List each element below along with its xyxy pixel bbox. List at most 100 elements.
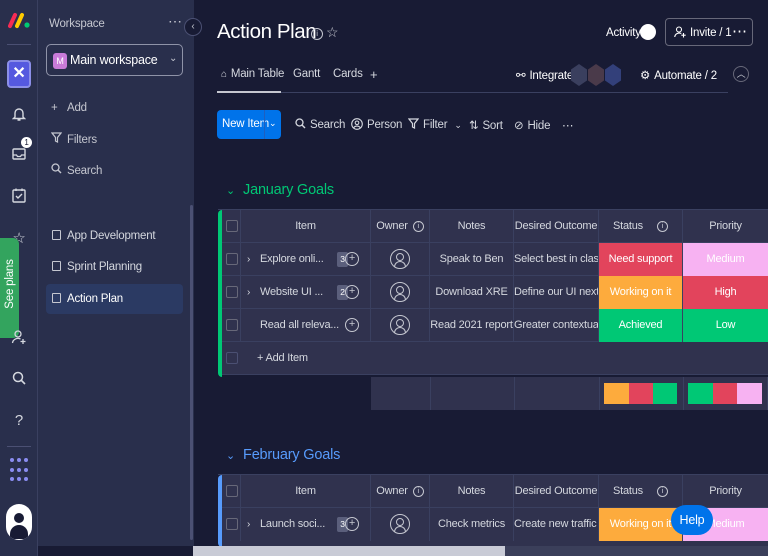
column-header-notes[interactable]: Notes: [430, 210, 514, 243]
priority-cell[interactable]: High: [683, 276, 768, 309]
status-cell[interactable]: Working on it: [599, 276, 683, 309]
chevron-down-icon[interactable]: ⌄: [454, 120, 462, 130]
person-filter-button[interactable]: Person: [351, 118, 402, 131]
column-header-priority[interactable]: Priority: [683, 475, 768, 508]
select-all-checkbox[interactable]: [226, 485, 238, 497]
notes-cell[interactable]: Download XRE: [430, 276, 514, 309]
sidebar-item-action-plan[interactable]: Action Plan: [46, 284, 183, 314]
integrate-button[interactable]: ⚯ Integrate: [516, 68, 573, 82]
priority-summary-segment[interactable]: [713, 383, 737, 404]
status-summary-segment[interactable]: [604, 383, 629, 404]
expand-chevron-icon[interactable]: ›: [247, 243, 250, 276]
help-button[interactable]: Help: [671, 505, 713, 535]
see-plans-button[interactable]: See plans: [0, 238, 19, 338]
column-header-owner[interactable]: Owner i: [371, 210, 430, 243]
table-row[interactable]: › Website UI ... 2 + Download XRE Define…: [222, 276, 768, 309]
select-all-cell[interactable]: [222, 475, 241, 508]
sort-button[interactable]: ⇅ Sort: [469, 118, 503, 132]
status-summary-segment[interactable]: [653, 383, 677, 404]
outcome-cell[interactable]: Define our UI next s...: [514, 276, 599, 309]
outcome-cell[interactable]: Create new traffic s...: [514, 508, 599, 541]
sidebar-item-sprint-planning[interactable]: Sprint Planning: [46, 252, 183, 282]
scrollbar-thumb[interactable]: [193, 546, 505, 556]
owner-cell[interactable]: [371, 276, 430, 309]
add-update-icon[interactable]: +: [345, 285, 359, 299]
tab-gantt[interactable]: Gantt: [293, 68, 320, 80]
owner-cell[interactable]: [371, 309, 430, 342]
new-item-button[interactable]: New Item ⌄: [217, 110, 281, 139]
select-all-checkbox[interactable]: [226, 220, 238, 232]
column-header-item[interactable]: Item: [241, 475, 371, 508]
priority-cell[interactable]: Medium: [683, 243, 768, 276]
table-row[interactable]: › Explore onli... 3 + Speak to Ben Selec…: [222, 243, 768, 276]
toolbar-more-icon[interactable]: ⋯: [562, 118, 574, 132]
group-title-february[interactable]: ⌄ February Goals: [226, 447, 340, 463]
column-header-item[interactable]: Item: [241, 210, 371, 243]
status-cell[interactable]: Need support: [599, 243, 683, 276]
bell-icon[interactable]: [0, 106, 38, 128]
outcome-cell[interactable]: Greater contextual ...: [514, 309, 599, 342]
info-icon[interactable]: i: [657, 486, 668, 497]
priority-summary-segment[interactable]: [737, 383, 762, 404]
inbox-icon[interactable]: [0, 147, 38, 167]
column-header-status[interactable]: Status i: [599, 475, 683, 508]
column-header-priority[interactable]: Priority: [683, 210, 768, 243]
add-item-input[interactable]: + Add Item: [257, 352, 308, 364]
more-options-icon[interactable]: ⋯: [732, 22, 747, 40]
item-cell[interactable]: Read all releva... +: [241, 309, 371, 342]
column-header-desired-outcome[interactable]: Desired Outcome: [514, 210, 599, 243]
table-row[interactable]: Read all releva... + Read 2021 report Gr…: [222, 309, 768, 342]
column-header-status[interactable]: Status i: [599, 210, 683, 243]
workspace-switcher-icon[interactable]: ✕: [7, 60, 31, 88]
integration-app-icon[interactable]: [571, 64, 587, 86]
status-cell[interactable]: Achieved: [599, 309, 683, 342]
apps-grid-icon[interactable]: [10, 458, 28, 484]
activity-avatar[interactable]: [640, 24, 656, 40]
sidebar-filters-button[interactable]: Filters: [50, 132, 97, 146]
sidebar-add-button[interactable]: + Add: [51, 102, 87, 114]
item-cell[interactable]: › Website UI ... 2 +: [241, 276, 371, 309]
row-select-cell[interactable]: [222, 276, 241, 309]
automate-button[interactable]: ⚙ Automate / 2: [640, 68, 717, 82]
horizontal-scrollbar[interactable]: [193, 546, 768, 556]
expand-chevron-icon[interactable]: ›: [247, 276, 250, 309]
sidebar-scrollbar[interactable]: [190, 205, 193, 540]
status-summary-segment[interactable]: [629, 383, 653, 404]
row-select-cell[interactable]: [222, 243, 241, 276]
chevron-down-icon[interactable]: ⌄: [226, 450, 235, 462]
row-checkbox[interactable]: [226, 286, 238, 298]
star-icon[interactable]: ☆: [326, 24, 339, 41]
tab-main-table[interactable]: ⌂ Main Table: [221, 68, 284, 80]
sidebar-search-button[interactable]: Search: [51, 163, 102, 177]
column-header-desired-outcome[interactable]: Desired Outcome: [514, 475, 599, 508]
owner-cell[interactable]: [371, 508, 430, 541]
group-title-january[interactable]: ⌄ January Goals: [226, 182, 334, 198]
chevron-down-icon[interactable]: ⌄: [226, 185, 235, 197]
search-icon[interactable]: [0, 371, 38, 391]
item-cell[interactable]: › Explore onli... 3 +: [241, 243, 371, 276]
expand-chevron-icon[interactable]: ›: [247, 508, 250, 541]
priority-summary-segment[interactable]: [688, 383, 713, 404]
add-update-icon[interactable]: +: [345, 252, 359, 266]
info-icon[interactable]: i: [306, 26, 323, 40]
activity-button[interactable]: Activity: [606, 27, 641, 39]
add-item-row[interactable]: + Add Item: [222, 342, 768, 375]
collapse-header-icon[interactable]: ︿: [733, 66, 749, 82]
info-icon[interactable]: i: [412, 486, 424, 497]
integration-app-icon[interactable]: [605, 64, 621, 86]
tab-cards[interactable]: Cards: [333, 68, 363, 80]
invite-member-icon[interactable]: [0, 330, 38, 351]
row-select-cell[interactable]: [222, 508, 241, 541]
search-button[interactable]: Search: [295, 118, 345, 131]
item-name[interactable]: Read all releva...: [260, 309, 339, 342]
notes-cell[interactable]: Speak to Ben: [430, 243, 514, 276]
monday-logo[interactable]: [8, 10, 32, 30]
sidebar-more-icon[interactable]: ⋯: [168, 13, 182, 30]
add-update-icon[interactable]: +: [345, 517, 359, 531]
add-update-icon[interactable]: +: [345, 318, 359, 332]
workspace-selector[interactable]: M Main workspace ⌄: [46, 44, 183, 76]
notes-cell[interactable]: Check metrics: [430, 508, 514, 541]
info-icon[interactable]: i: [657, 221, 668, 232]
status-cell[interactable]: Working on it: [599, 508, 683, 541]
user-avatar[interactable]: [6, 504, 32, 540]
